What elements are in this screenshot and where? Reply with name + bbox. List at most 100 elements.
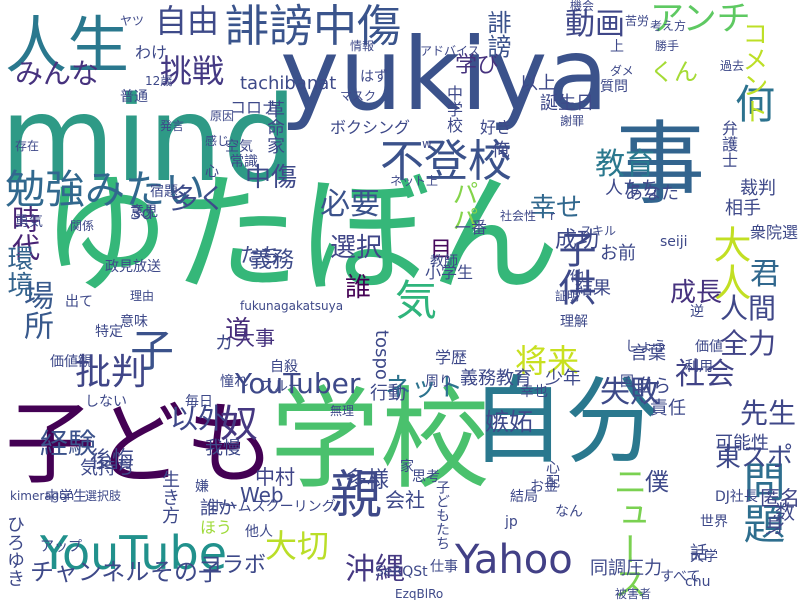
cloud-word: 機会 — [570, 0, 595, 13]
cloud-word: ホームスクーリング — [210, 499, 336, 515]
cloud-word: 行動 — [370, 383, 406, 404]
cloud-word: 被害者 — [615, 587, 652, 600]
cloud-word: 中学校 — [444, 85, 463, 133]
cloud-word: 必要 — [320, 187, 380, 222]
cloud-word: 宿題 — [150, 184, 178, 200]
cloud-word: 学び — [455, 53, 500, 78]
cloud-word: 憧れ — [220, 374, 248, 390]
cloud-word: はず — [360, 69, 388, 85]
cloud-word: その子 — [150, 558, 222, 586]
cloud-word: 会社 — [385, 488, 425, 512]
cloud-word: 全力 — [720, 327, 777, 360]
cloud-word: 存在 — [15, 139, 40, 153]
cloud-word: 価値観 — [50, 354, 92, 370]
cloud-word: コロナ — [230, 98, 279, 117]
cloud-word: 少年 — [545, 368, 581, 389]
cloud-word: すべて — [660, 569, 701, 585]
cloud-word: 毎日 — [185, 394, 213, 410]
cloud-word: 空気 — [225, 139, 253, 155]
cloud-word: 逆 — [690, 304, 704, 320]
cloud-word: 原因 — [210, 109, 235, 123]
cloud-word: 価値 — [695, 339, 723, 355]
cloud-word: なん — [555, 504, 583, 520]
cloud-word: スルー — [260, 379, 302, 395]
cloud-word: 政見放送 — [105, 259, 161, 275]
cloud-word: 大切 — [265, 527, 330, 565]
cloud-word: 一番 — [455, 218, 488, 237]
cloud-word: r — [550, 209, 555, 223]
cloud-word: 勇気 — [15, 214, 43, 230]
cloud-word: ほう — [200, 518, 233, 537]
cloud-word: 衆院選 — [750, 223, 799, 242]
cloud-word: 人たち — [605, 178, 659, 199]
cloud-word: 12歳 — [145, 74, 173, 88]
cloud-word: 弁護士 — [719, 120, 738, 168]
cloud-word: 誹謗 — [483, 10, 511, 58]
cloud-word: w — [422, 137, 432, 151]
cloud-word: 質問 — [600, 79, 628, 95]
cloud-word: Yahoo — [455, 537, 573, 583]
cloud-word: seiji — [660, 234, 688, 250]
cloud-word: 常識 — [230, 154, 258, 170]
cloud-word: 社会性 — [500, 209, 537, 223]
cloud-word: ひろゆき — [4, 515, 25, 587]
cloud-word: わけ — [135, 43, 168, 62]
cloud-word: 多様 — [345, 468, 390, 493]
cloud-word: 他 — [570, 269, 584, 285]
cloud-word: 成長 — [670, 278, 723, 308]
cloud-word: 僕 — [645, 468, 669, 496]
cloud-word: 自由 — [155, 2, 220, 40]
cloud-word: 動画 — [565, 7, 625, 42]
cloud-word: 選択 — [330, 233, 383, 263]
cloud-word: みんな — [15, 57, 100, 90]
cloud-word: 俺 — [489, 140, 510, 158]
cloud-word: 過去 — [720, 59, 745, 73]
cloud-word: 多く — [170, 182, 227, 215]
cloud-word: fukunagakatsuya — [240, 299, 344, 313]
cloud-word: 子どもたち — [434, 480, 450, 550]
cloud-word: 気持ち — [80, 458, 134, 479]
cloud-word: 嫉妬 — [485, 408, 533, 436]
word-cloud: ゆたぼん yukiya mind 学校 自分 子ども事人生 不登校 誹謗中傷 勉強みたい YouT… — [0, 0, 800, 600]
cloud-word: 中村 — [255, 465, 295, 489]
cloud-word: ニュース — [607, 464, 647, 600]
cloud-word: お前 — [600, 243, 636, 264]
cloud-word: スキル — [580, 224, 617, 238]
cloud-word: アドバイス — [420, 44, 480, 58]
cloud-word: 情報 — [350, 39, 375, 53]
cloud-word: 感じ — [205, 134, 230, 148]
cloud-word: 仕事 — [430, 559, 458, 575]
cloud-word: 責任 — [650, 398, 686, 419]
cloud-word: 理解 — [560, 314, 588, 330]
cloud-word: jp — [505, 514, 518, 530]
cloud-word: 関係 — [70, 219, 95, 233]
cloud-word: 我慢 — [205, 438, 241, 459]
cloud-word: 同調圧力 — [590, 558, 662, 579]
cloud-word: 教師 — [430, 254, 458, 270]
cloud-word: 大学 — [690, 549, 718, 565]
cloud-word: 普通 — [120, 89, 148, 105]
cloud-word: 人間 — [720, 292, 777, 325]
cloud-word: 気 — [395, 276, 438, 325]
cloud-word: 結局 — [510, 489, 538, 505]
cloud-word: 出て — [65, 294, 93, 310]
cloud-word: 可能性 — [715, 433, 769, 454]
cloud-word: 発言 — [160, 119, 185, 133]
cloud-word: 大事 — [235, 326, 275, 350]
cloud-word: 誰 — [345, 273, 372, 303]
cloud-word: 誕生日 — [540, 93, 594, 114]
cloud-word: 謝罪 — [560, 114, 585, 128]
cloud-word: ボクシング — [330, 118, 411, 137]
cloud-word: くん — [650, 58, 698, 86]
cloud-word: 国 — [620, 374, 634, 390]
cloud-word: 裁判 — [740, 178, 776, 199]
cloud-word: ヤツ — [120, 14, 145, 28]
cloud-word: 好き — [480, 118, 513, 137]
cloud-word: 君 — [750, 257, 780, 292]
cloud-word: 特定 — [95, 324, 123, 340]
cloud-word: 誹謗中傷 — [225, 1, 401, 52]
cloud-word: 意味 — [120, 314, 148, 330]
cloud-word: 生き方 — [159, 470, 180, 524]
cloud-word: EzqBlRo — [395, 587, 444, 600]
cloud-word: 嫌 — [195, 479, 209, 495]
